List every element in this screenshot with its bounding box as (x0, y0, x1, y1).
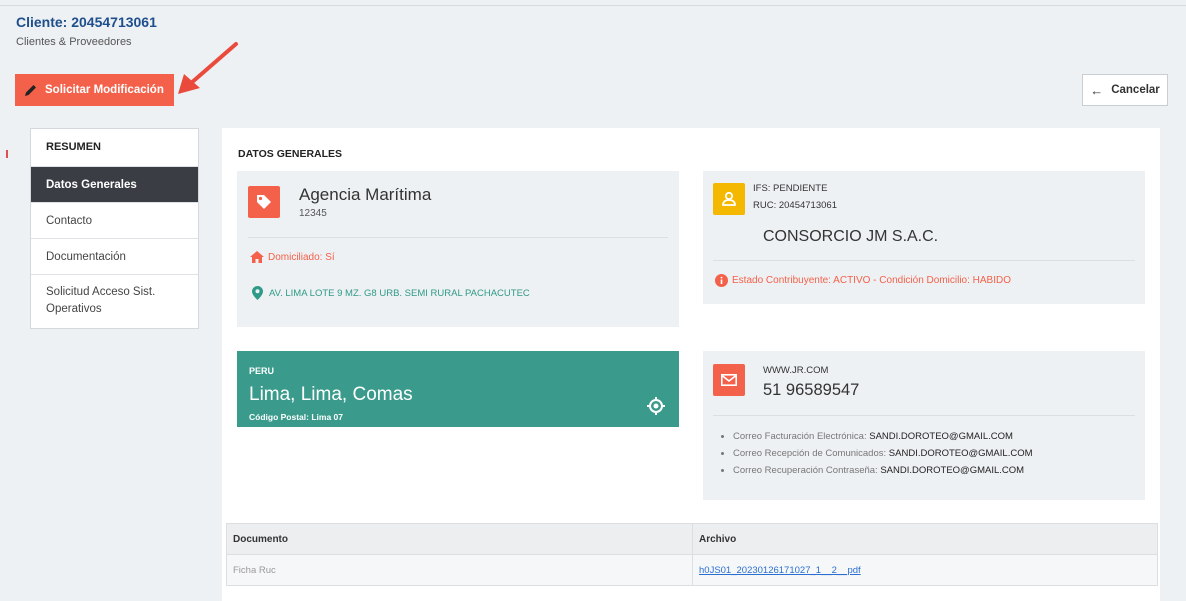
page-title: Cliente: 20454713061 (16, 14, 157, 30)
crosshair-icon[interactable] (647, 397, 665, 415)
email-value: SANDI.DOROTEO@GMAIL.COM (888, 448, 1033, 459)
razon-social: CONSORCIO JM S.A.C. (763, 228, 939, 245)
sidebar-heading: RESUMEN (46, 141, 102, 153)
ruc-number: RUC: 20454713061 (753, 200, 837, 211)
agency-card: Agencia Marítima 12345 Domiciliado: Sí A… (237, 171, 679, 327)
sidebar-item-documentacion[interactable]: Documentación (31, 238, 198, 274)
column-header-archivo: Archivo (692, 523, 1158, 555)
domiciliado-status: Domiciliado: Sí (250, 251, 335, 263)
file-link[interactable]: h0JS01_20230126171027_1__2__pdf (699, 565, 861, 576)
agency-address: AV. LIMA LOTE 9 MZ. G8 URB. SEMI RURAL P… (252, 286, 530, 300)
address-label: AV. LIMA LOTE 9 MZ. G8 URB. SEMI RURAL P… (269, 287, 530, 299)
estado-label: Estado Contribuyente: ACTIVO - Condición… (732, 275, 1011, 286)
edge-marker (6, 150, 8, 158)
sidebar-item-contacto[interactable]: Contacto (31, 202, 198, 238)
info-icon (715, 274, 728, 287)
summary-sidebar: RESUMEN Datos Generales Contacto Documen… (30, 128, 199, 329)
user-icon (713, 183, 745, 215)
document-name: Ficha Ruc (226, 554, 693, 586)
table-row: Ficha Ruc h0JS01_20230126171027_1__2__pd… (226, 554, 1158, 586)
divider (713, 260, 1135, 261)
country-label: PERU (249, 366, 275, 376)
estado-contribuyente: Estado Contribuyente: ACTIVO - Condición… (715, 274, 1011, 287)
phone-number: 51 96589547 (763, 381, 860, 399)
tag-icon (248, 186, 280, 218)
pencil-icon (25, 85, 36, 96)
domiciliado-label: Domiciliado: Sí (268, 251, 335, 263)
sidebar-item-solicitud-acceso[interactable]: Solicitud Acceso Sist. Operativos (31, 274, 198, 328)
mail-icon (713, 364, 745, 396)
location-card: PERU Lima, Lima, Comas Código Postal: Li… (237, 351, 679, 427)
column-header-documento: Documento (226, 523, 693, 555)
document-file-cell: h0JS01_20230126171027_1__2__pdf (692, 554, 1158, 586)
cancel-label: Cancelar (1111, 84, 1160, 96)
divider (713, 415, 1135, 416)
email-value: SANDI.DOROTEO@GMAIL.COM (880, 465, 1025, 476)
email-label: Correo Facturación Electrónica: (733, 431, 867, 442)
content-area: DATOS GENERALES Agencia Marítima 12345 D… (222, 128, 1160, 601)
email-value: SANDI.DOROTEO@GMAIL.COM (869, 431, 1013, 442)
annotation-arrow-icon (178, 42, 238, 94)
top-divider (0, 5, 1186, 6)
ruc-card: IFS: PENDIENTE RUC: 20454713061 CONSORCI… (703, 171, 1145, 304)
sidebar-item-datos-generales[interactable]: Datos Generales (31, 166, 198, 202)
agency-code: 12345 (299, 208, 327, 219)
arrow-left-icon: ← (1090, 82, 1104, 98)
section-title: DATOS GENERALES (238, 148, 343, 160)
breadcrumb: Clientes & Proveedores (16, 36, 132, 48)
city-label: Lima, Lima, Comas (249, 384, 413, 405)
documents-table: Documento Archivo Ficha Ruc h0JS01_20230… (226, 523, 1158, 586)
map-pin-icon (252, 286, 263, 300)
divider (248, 237, 668, 238)
postal-code: Código Postal: Lima 07 (249, 412, 343, 422)
home-icon (250, 251, 264, 263)
table-header-row: Documento Archivo (226, 523, 1158, 555)
request-modification-button[interactable]: Solicitar Modificación (15, 74, 174, 106)
ifs-status: IFS: PENDIENTE (753, 183, 828, 194)
email-label: Correo Recuperación Contraseña: (733, 465, 878, 476)
website: WWW.JR.COM (763, 365, 829, 376)
contact-card: WWW.JR.COM 51 96589547 Correo Facturació… (703, 351, 1145, 500)
list-item: Correo Recuperación Contraseña: SANDI.DO… (733, 462, 1033, 479)
list-item: Correo Facturación Electrónica: SANDI.DO… (733, 428, 1033, 445)
cancel-button[interactable]: ← Cancelar (1082, 74, 1168, 106)
email-label: Correo Recepción de Comunicados: (733, 448, 887, 459)
agency-name: Agencia Marítima (299, 185, 432, 204)
list-item: Correo Recepción de Comunicados: SANDI.D… (733, 445, 1033, 462)
request-modification-label: Solicitar Modificación (45, 84, 164, 96)
email-list: Correo Facturación Electrónica: SANDI.DO… (733, 428, 1033, 479)
